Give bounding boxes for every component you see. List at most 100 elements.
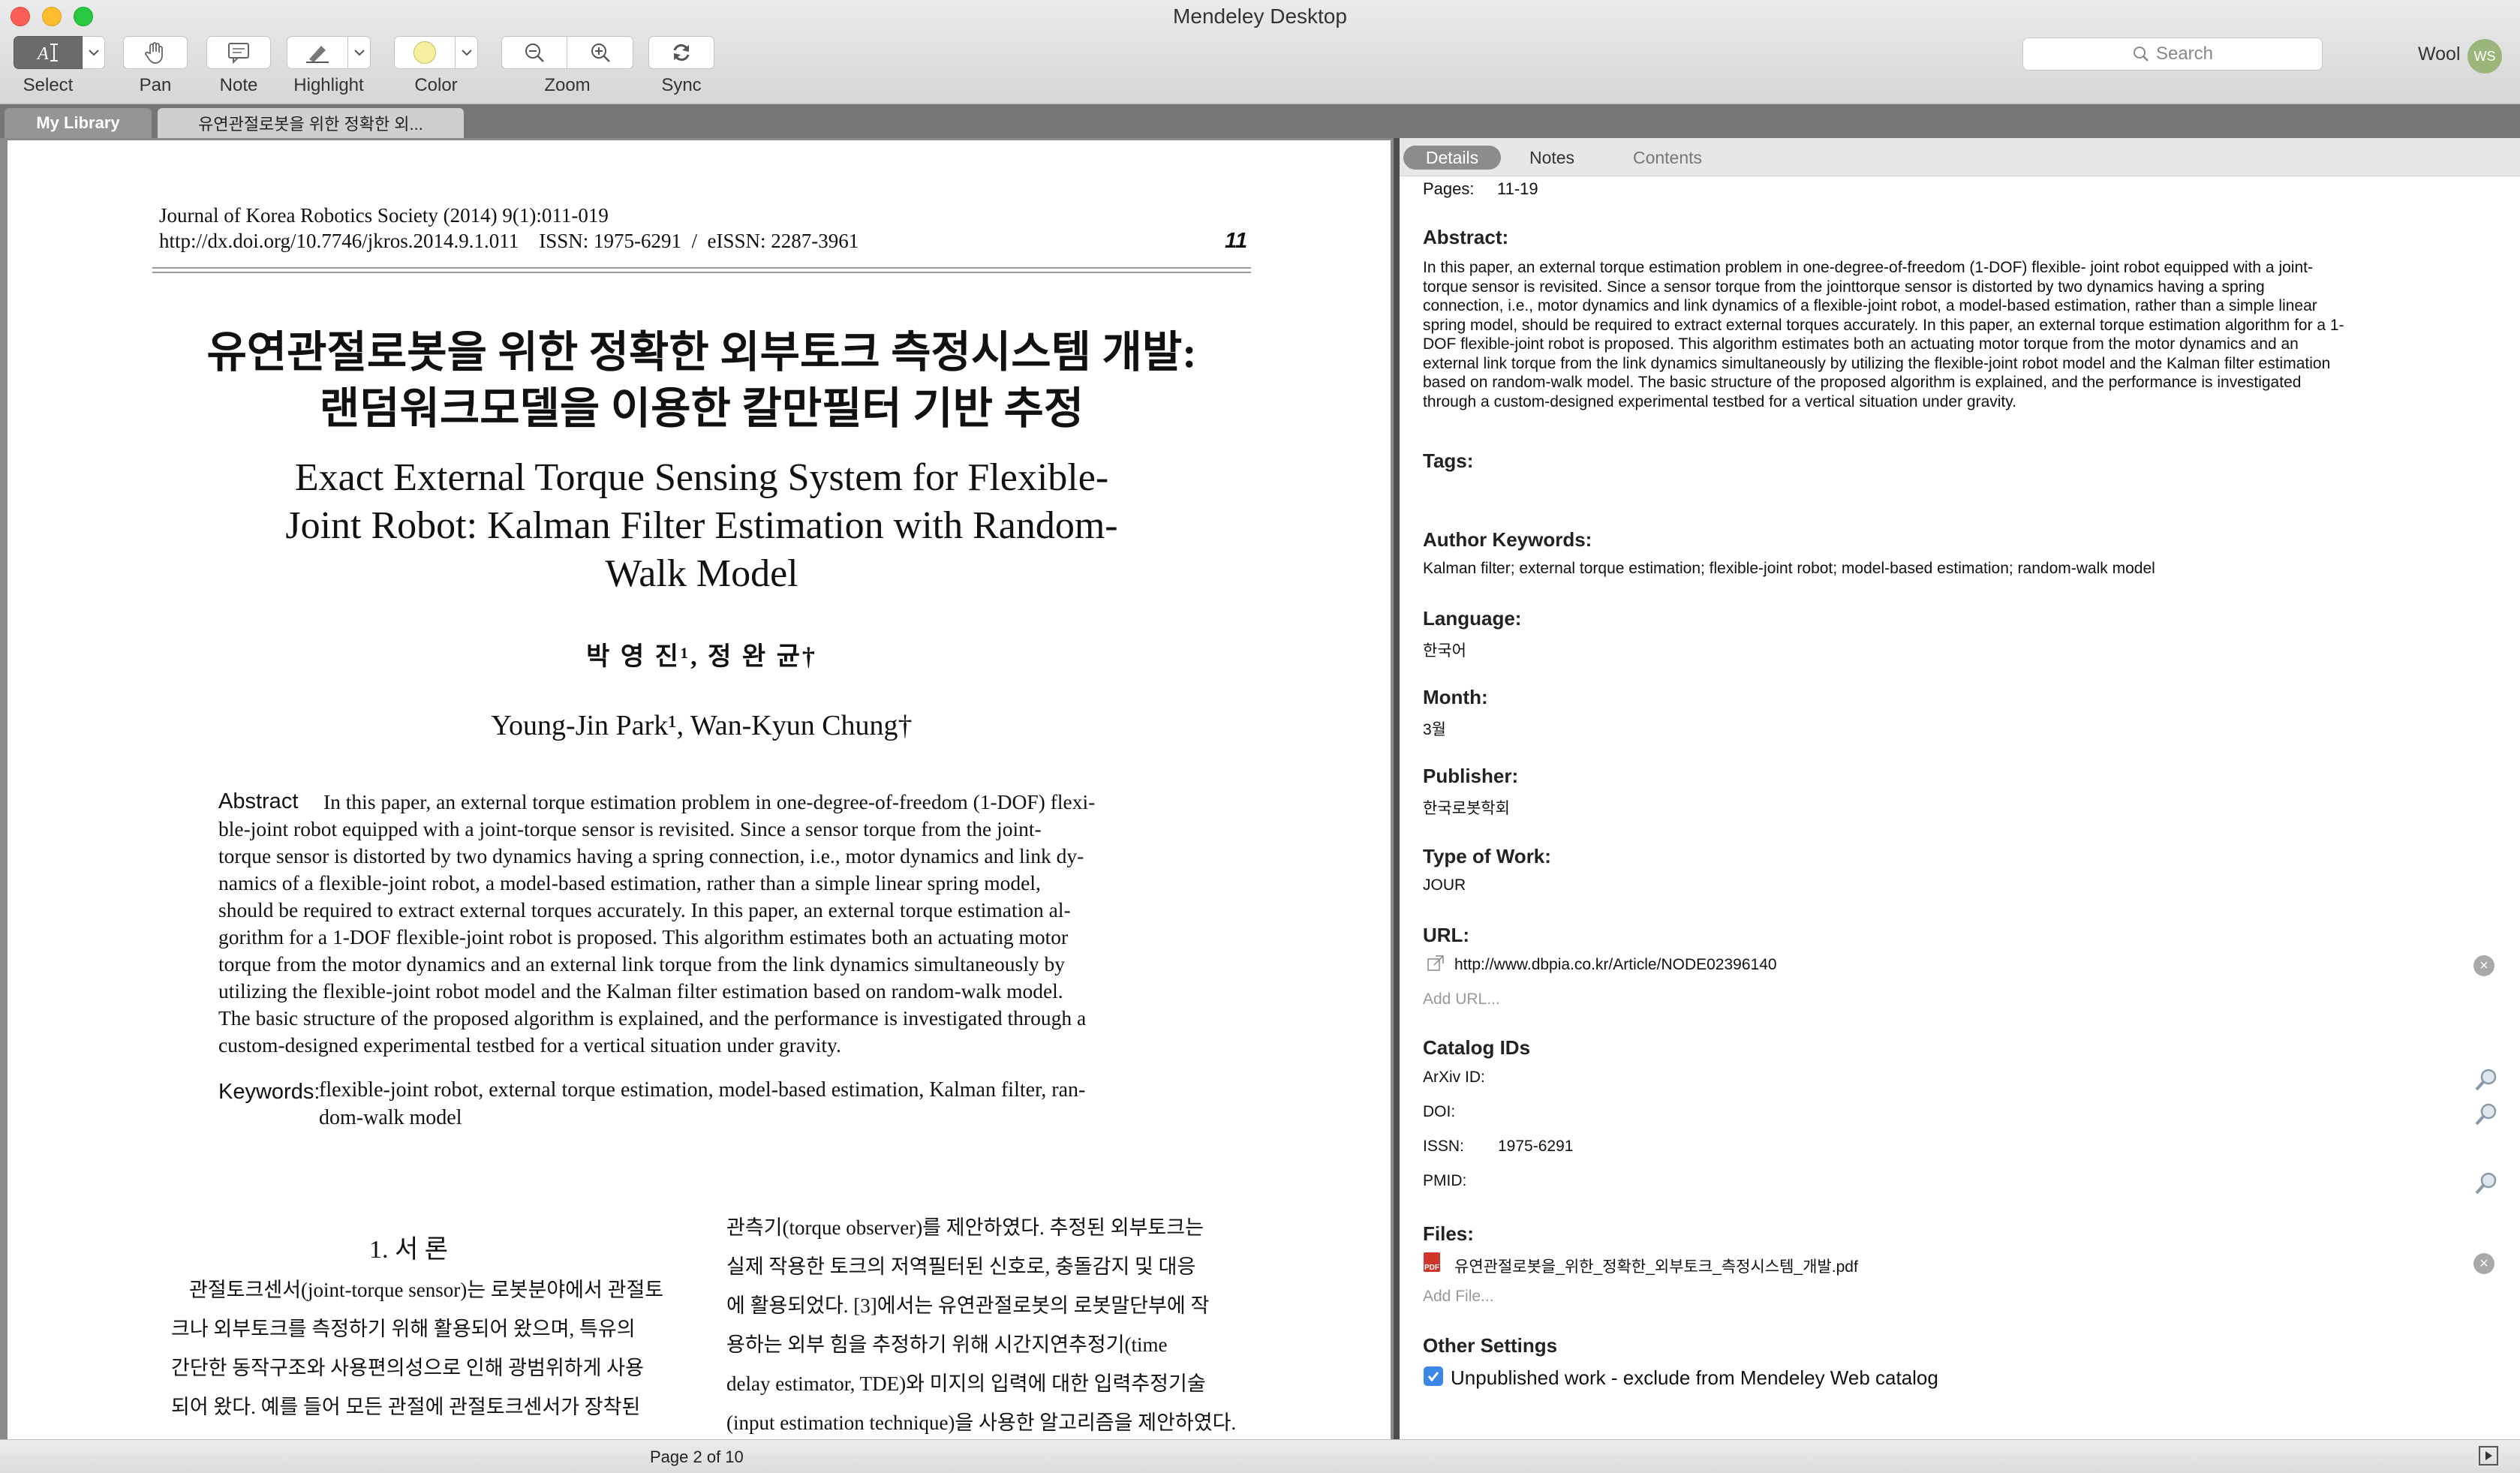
- url-value[interactable]: http://www.dbpia.co.kr/Article/NODE02396…: [1454, 956, 1777, 974]
- details-tab-bar: Details Notes Contents: [1400, 138, 2520, 176]
- external-link-icon[interactable]: [1426, 954, 1445, 973]
- author-keywords-value[interactable]: Kalman filter; external torque estimatio…: [1423, 560, 2155, 578]
- tab-details[interactable]: Details: [1403, 146, 1501, 170]
- doi-line: http://dx.doi.org/10.7746/jkros.2014.9.1…: [159, 230, 859, 252]
- color-dropdown-button[interactable]: [456, 36, 478, 69]
- body-line: (input estimation technique)을 사용한 알고리즘을 …: [726, 1411, 1237, 1434]
- publisher-value[interactable]: 한국로봇학회: [1423, 796, 1510, 819]
- lookup-doi-icon[interactable]: [2473, 1102, 2499, 1127]
- add-url-button[interactable]: Add URL...: [1423, 991, 1500, 1009]
- add-file-button[interactable]: Add File...: [1423, 1288, 1494, 1306]
- keywords-line-2: dom-walk model: [319, 1106, 462, 1129]
- abstract-field-line: DOF flexible-joint robot is proposed. Th…: [1423, 335, 2299, 353]
- abstract-line: torque from the motor dynamics and an ex…: [218, 952, 1066, 975]
- author-keywords-label: Author Keywords:: [1423, 528, 1592, 551]
- url-label: URL:: [1423, 924, 1470, 946]
- zoom-out-button[interactable]: [501, 36, 567, 69]
- tags-field[interactable]: [1423, 476, 2473, 506]
- pane-splitter[interactable]: [1394, 138, 1400, 1439]
- tab-my-library[interactable]: My Library: [5, 108, 152, 138]
- search-input[interactable]: Search: [2022, 38, 2323, 71]
- header-rule: [152, 267, 1251, 273]
- search-icon: [2133, 47, 2149, 62]
- pdf-viewer[interactable]: Journal of Korea Robotics Society (2014)…: [0, 138, 1394, 1439]
- note-tool[interactable]: Note: [206, 36, 271, 96]
- abstract-field-line: torque sensor is revisited. Since a sens…: [1423, 278, 2265, 296]
- page-indicator: Page 2 of 10: [650, 1447, 744, 1466]
- hand-icon: [145, 42, 163, 64]
- issn-value[interactable]: 1975-6291: [1498, 1138, 1573, 1156]
- tab-document[interactable]: 유연관절로봇을 위한 정확한 외...: [158, 108, 464, 138]
- issn-label: ISSN:: [1423, 1138, 1464, 1155]
- highlight-button[interactable]: [287, 36, 348, 69]
- abstract-body: In this paper, an external torque estima…: [218, 789, 1190, 1059]
- abstract-line: gorithm for a 1-DOF flexible-joint robot…: [218, 925, 1069, 948]
- highlight-dropdown-button[interactable]: [348, 36, 371, 69]
- lookup-arxiv-icon[interactable]: [2473, 1067, 2499, 1093]
- pan-tool[interactable]: Pan: [123, 36, 188, 96]
- tags-label: Tags:: [1423, 449, 1474, 472]
- body-line: 용하는 외부 힘을 추정하기 위해 시간지연추정기(time: [726, 1333, 1168, 1356]
- title-bar: Mendeley Desktop A Select Pan Note Highl…: [0, 0, 2520, 104]
- zoom-in-button[interactable]: [567, 36, 633, 69]
- month-value[interactable]: 3월: [1423, 717, 1446, 740]
- authors-korean: 박 영 진¹, 정 완 균†: [586, 643, 817, 671]
- pmid-label: PMID:: [1423, 1172, 1467, 1189]
- body-line: 관측기(torque observer)를 제안하였다. 추정된 외부토크는: [726, 1216, 1204, 1239]
- abstract-line: namics of a flexible-joint robot, a mode…: [218, 871, 1041, 894]
- window-title: Mendeley Desktop: [1173, 5, 1347, 28]
- details-panel: Details Notes Contents Pages: 11-19 Abst…: [1400, 138, 2520, 1439]
- remove-url-button[interactable]: ×: [2473, 955, 2494, 976]
- file-name[interactable]: 유연관절로봇을_위한_정확한_외부토크_측정시스템_개발.pdf: [1454, 1255, 1858, 1277]
- tab-contents[interactable]: Contents: [1615, 146, 1720, 170]
- pan-button[interactable]: [123, 36, 188, 69]
- select-button[interactable]: A: [14, 36, 83, 69]
- note-button[interactable]: [206, 36, 271, 69]
- type-of-work-label: Type of Work:: [1423, 845, 1551, 867]
- play-icon: [2485, 1451, 2492, 1460]
- svg-text:A: A: [36, 44, 49, 64]
- select-dropdown-button[interactable]: [83, 36, 105, 69]
- language-label: Language:: [1423, 607, 1522, 630]
- authors-english: Young-Jin Park¹, Wan-Kyun Chung†: [491, 710, 913, 741]
- title-korean-line-1: 유연관절로봇을 위한 정확한 외부토크 측정시스템 개발:: [206, 328, 1197, 377]
- zoom-label: Zoom: [544, 75, 591, 95]
- search-placeholder: Search: [2155, 44, 2214, 64]
- toggle-sidebar-button[interactable]: [2479, 1446, 2498, 1465]
- lookup-pmid-icon[interactable]: [2473, 1171, 2499, 1196]
- avatar[interactable]: WS: [2467, 39, 2502, 74]
- sync-icon: [673, 44, 690, 62]
- type-of-work-value[interactable]: JOUR: [1423, 876, 1466, 894]
- abstract-line: The basic structure of the proposed algo…: [218, 1006, 1087, 1030]
- unpublished-label[interactable]: Unpublished work - exclude from Mendeley…: [1451, 1366, 1938, 1390]
- arxiv-id-label: ArXiv ID:: [1423, 1069, 1485, 1086]
- month-label: Month:: [1423, 686, 1488, 708]
- color-label: Color: [414, 75, 458, 95]
- unpublished-checkbox[interactable]: [1424, 1366, 1443, 1386]
- abstract-line: ble-joint robot equipped with a joint-to…: [218, 817, 1042, 840]
- select-tool[interactable]: A Select: [14, 36, 105, 96]
- pages-value[interactable]: 11-19: [1497, 179, 1538, 199]
- abstract-field-value[interactable]: In this paper, an external torque estima…: [1423, 258, 2503, 411]
- abstract-field-label: Abstract:: [1423, 226, 1509, 248]
- highlight-tool[interactable]: Highlight: [287, 36, 371, 96]
- pdf-page: Journal of Korea Robotics Society (2014)…: [8, 140, 1391, 1439]
- abstract-line: In this paper, an external torque estima…: [323, 790, 1096, 813]
- chevron-down-icon: [88, 50, 99, 56]
- color-button[interactable]: [394, 36, 456, 69]
- tab-notes[interactable]: Notes: [1514, 146, 1589, 170]
- title-korean-line-2: 랜덤워크모델을 이용한 칼만필터 기반 추정: [319, 384, 1084, 433]
- abstract-field-line: connection, i.e., motor dynamics and lin…: [1423, 297, 2317, 314]
- language-value[interactable]: 한국어: [1423, 639, 1466, 661]
- user-name[interactable]: Wool: [2418, 44, 2461, 65]
- sync-button[interactable]: [648, 36, 714, 69]
- page-number: 11: [1225, 229, 1248, 253]
- keywords-line-1: flexible-joint robot, external torque es…: [319, 1078, 1086, 1102]
- remove-file-button[interactable]: ×: [2473, 1253, 2494, 1274]
- zoom-out-icon: [525, 44, 544, 62]
- files-label: Files:: [1423, 1222, 1474, 1245]
- body-line: delay estimator, TDE)와 미지의 입력에 대한 입력추정기술: [726, 1372, 1206, 1395]
- sync-tool[interactable]: Sync: [648, 36, 714, 96]
- color-tool[interactable]: Color: [394, 36, 478, 96]
- section-title: 1. 서 론: [369, 1236, 449, 1264]
